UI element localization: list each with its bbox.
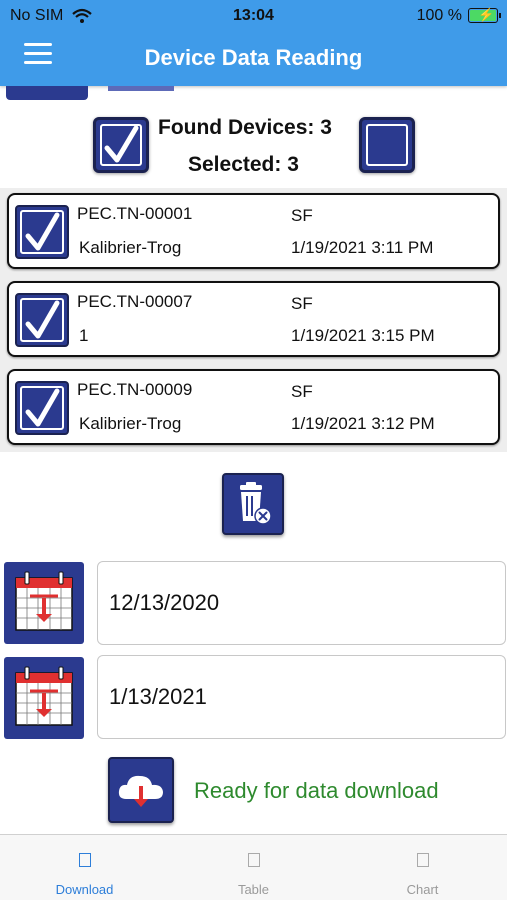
- start-date-calendar-button[interactable]: [4, 562, 84, 644]
- device-timestamp: 1/19/2021 3:12 PM: [291, 414, 435, 433]
- battery-percentage: 100 %: [416, 7, 462, 24]
- end-date-field[interactable]: 1/13/2021: [97, 655, 506, 739]
- device-checkbox[interactable]: [15, 381, 69, 435]
- page-title: Device Data Reading: [144, 45, 363, 70]
- device-type: SF: [291, 206, 313, 225]
- device-summary: Found Devices: 3 Selected: 3: [0, 110, 507, 180]
- device-id: PEC.TN-00001: [77, 204, 193, 223]
- download-status-message: Ready for data download: [194, 778, 439, 803]
- trash-delete-icon: [240, 482, 272, 525]
- device-id: PEC.TN-00007: [77, 292, 193, 311]
- status-bar: No SIM 13:04 100 % ⚡: [0, 0, 507, 34]
- device-id: PEC.TN-00009: [77, 380, 193, 399]
- found-devices-label: Found Devices: 3: [158, 116, 332, 139]
- device-row[interactable]: PEC.TN-00009 SF Kalibrier-Trog 1/19/2021…: [7, 369, 500, 445]
- device-name: Kalibrier-Trog: [79, 238, 182, 257]
- device-row[interactable]: PEC.TN-00007 SF 1 1/19/2021 3:15 PM: [7, 281, 500, 357]
- calendar-icon: [15, 666, 73, 726]
- navigation-bar: No SIM 13:04 100 % ⚡ Device Data Reading: [0, 0, 507, 86]
- table-tab-icon: [247, 853, 260, 867]
- device-timestamp: 1/19/2021 3:11 PM: [291, 238, 434, 257]
- device-row[interactable]: PEC.TN-00001 SF Kalibrier-Trog 1/19/2021…: [7, 193, 500, 269]
- device-data-reading-screen: No SIM 13:04 100 % ⚡ Device Data Reading: [0, 0, 507, 900]
- delete-selected-button[interactable]: [222, 473, 284, 535]
- tab-label: Chart: [406, 882, 439, 897]
- tab-label: Download: [55, 882, 114, 897]
- device-timestamp: 1/19/2021 3:15 PM: [291, 326, 435, 345]
- calendar-icon: [15, 571, 73, 631]
- tab-download[interactable]: Download: [0, 835, 169, 900]
- device-name: 1: [79, 326, 89, 345]
- device-type: SF: [291, 294, 313, 313]
- selected-count-label: Selected: 3: [188, 153, 299, 176]
- checkmark-icon: [25, 212, 60, 251]
- tab-table[interactable]: Table: [169, 835, 338, 900]
- device-checkbox[interactable]: [15, 293, 69, 347]
- cloud-download-button[interactable]: [108, 757, 174, 823]
- download-tab-icon: [78, 853, 91, 867]
- tab-chart[interactable]: Chart: [338, 835, 507, 900]
- checkmark-icon: [25, 388, 60, 427]
- tab-label: Table: [237, 882, 270, 897]
- select-all-checkbox[interactable]: [93, 117, 149, 173]
- scrolled-button-edge: [108, 86, 174, 91]
- device-checkbox[interactable]: [15, 205, 69, 259]
- checkmark-icon: [25, 300, 60, 339]
- device-name: Kalibrier-Trog: [79, 414, 182, 433]
- device-type: SF: [291, 382, 313, 401]
- scrolled-button-edge: [6, 86, 88, 100]
- chart-tab-icon: [416, 853, 429, 867]
- tab-bar: Download Table Chart: [0, 834, 507, 900]
- cloud-download-icon: [118, 775, 163, 807]
- start-date-field[interactable]: 12/13/2020: [97, 561, 506, 645]
- end-date-calendar-button[interactable]: [4, 657, 84, 739]
- deselect-all-checkbox[interactable]: [359, 117, 415, 173]
- checkmark-icon: [104, 125, 139, 163]
- battery-icon: ⚡: [468, 7, 501, 23]
